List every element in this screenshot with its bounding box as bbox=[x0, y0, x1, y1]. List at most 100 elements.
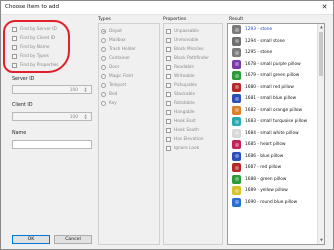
result-item[interactable]: 1678 - small purple pillow bbox=[228, 59, 324, 71]
result-item[interactable]: 1686 - blue pillow bbox=[228, 151, 324, 163]
checkbox-icon[interactable] bbox=[166, 91, 171, 97]
name-input[interactable] bbox=[12, 140, 92, 149]
type-option[interactable]: Magic Field bbox=[101, 72, 133, 80]
type-option[interactable]: Mailbox bbox=[101, 36, 126, 44]
result-item[interactable]: 1688 - green pillow bbox=[228, 174, 324, 186]
property-label: Unpassable bbox=[174, 28, 199, 34]
radio-icon[interactable] bbox=[101, 82, 106, 88]
property-label: Rotatable bbox=[174, 100, 195, 106]
result-item[interactable]: 1295 - stone bbox=[228, 47, 324, 59]
item-sprite-icon bbox=[232, 140, 241, 150]
item-sprite-icon bbox=[232, 36, 241, 46]
result-item-label: 1294 - small stone bbox=[245, 38, 285, 44]
property-checkbox[interactable]: Stackable bbox=[166, 90, 195, 98]
result-item[interactable]: 1689 - yellow pillow bbox=[228, 185, 324, 197]
radio-icon[interactable] bbox=[101, 64, 106, 70]
scroll-down-icon[interactable]: ▼ bbox=[318, 237, 324, 244]
result-item[interactable]: 1294 - small stone bbox=[228, 36, 324, 48]
result-item[interactable]: 1683 - small turquoise pillow bbox=[228, 116, 324, 128]
spinner-arrows[interactable]: ▲ ▼ bbox=[81, 113, 90, 121]
type-option[interactable]: Key bbox=[101, 99, 117, 107]
item-sprite-icon bbox=[232, 163, 241, 173]
radio-icon[interactable] bbox=[101, 91, 106, 97]
ok-button[interactable]: OK bbox=[12, 235, 50, 244]
spinner-arrows[interactable]: ▲ ▼ bbox=[81, 86, 90, 94]
radio-icon[interactable] bbox=[101, 100, 106, 106]
scroll-up-icon[interactable]: ▲ bbox=[318, 24, 324, 31]
type-option-label: Trash Holder bbox=[109, 46, 136, 52]
result-label: Result bbox=[229, 17, 244, 22]
result-item[interactable]: 1293 - stone bbox=[228, 24, 324, 36]
result-item[interactable]: 1690 - round blue pillow bbox=[228, 197, 324, 209]
property-checkbox[interactable]: Ignore Look bbox=[166, 144, 199, 152]
result-item-label: 1679 - small green pillow bbox=[245, 73, 300, 79]
property-checkbox[interactable]: Unmovable bbox=[166, 36, 198, 44]
property-checkbox[interactable]: Hook South bbox=[166, 126, 199, 134]
result-item[interactable]: 1682 - small orange pillow bbox=[228, 105, 324, 117]
type-option[interactable]: Depot bbox=[101, 27, 122, 35]
spin-down-icon[interactable]: ▼ bbox=[84, 117, 86, 120]
type-option-label: Depot bbox=[109, 28, 122, 34]
result-item[interactable]: 1685 - heart pillow bbox=[228, 139, 324, 151]
checkbox-icon[interactable] bbox=[166, 136, 171, 142]
property-checkbox[interactable]: Rotatable bbox=[166, 99, 195, 107]
result-item-label: 1678 - small purple pillow bbox=[245, 61, 301, 67]
radio-icon[interactable] bbox=[101, 37, 106, 43]
result-item[interactable]: 1687 - red pillow bbox=[228, 162, 324, 174]
checkbox-icon[interactable] bbox=[166, 145, 171, 151]
result-item[interactable]: 1680 - small red pillow bbox=[228, 82, 324, 94]
cancel-button[interactable]: Cancel bbox=[54, 235, 92, 244]
checkbox-icon[interactable] bbox=[166, 64, 171, 70]
result-item-label: 1685 - heart pillow bbox=[245, 142, 286, 148]
result-list[interactable]: 1293 - stone 1294 - small stone 1295 - sto… bbox=[227, 23, 325, 245]
item-sprite-icon bbox=[232, 94, 241, 104]
client-id-spinner[interactable]: 100 ▲ ▼ bbox=[12, 112, 92, 121]
checkbox-icon[interactable] bbox=[166, 82, 171, 88]
type-option[interactable]: Teleport bbox=[101, 81, 126, 89]
scrollbar-thumb[interactable] bbox=[319, 32, 324, 76]
property-label: Stackable bbox=[174, 91, 196, 97]
property-checkbox[interactable]: Hangable bbox=[166, 108, 195, 116]
type-option[interactable]: Bed bbox=[101, 90, 117, 98]
spin-down-icon[interactable]: ▼ bbox=[84, 90, 86, 93]
property-checkbox[interactable]: Block Pathfinder bbox=[166, 54, 209, 62]
result-item[interactable]: 1681 - small blue pillow bbox=[228, 93, 324, 105]
server-id-spinner[interactable]: 100 ▲ ▼ bbox=[12, 85, 92, 94]
property-label: Has Elevation bbox=[174, 136, 204, 142]
property-checkbox[interactable]: Has Elevation bbox=[166, 135, 203, 143]
property-checkbox[interactable]: Hook East bbox=[166, 117, 196, 125]
result-item-label: 1683 - small turquoise pillow bbox=[245, 119, 308, 125]
property-checkbox[interactable]: Writeable bbox=[166, 72, 195, 80]
property-checkbox[interactable]: Pickupable bbox=[166, 81, 197, 89]
result-item[interactable]: 1684 - small white pillow bbox=[228, 128, 324, 140]
checkbox-icon[interactable] bbox=[166, 28, 171, 34]
close-icon[interactable]: ✕ bbox=[319, 3, 330, 12]
checkbox-icon[interactable] bbox=[166, 100, 171, 106]
type-option[interactable]: Container bbox=[101, 54, 130, 62]
checkbox-icon[interactable] bbox=[166, 55, 171, 61]
checkbox-icon[interactable] bbox=[166, 37, 171, 43]
result-item-label: 1680 - small red pillow bbox=[245, 84, 294, 90]
result-item-label: 1689 - yellow pillow bbox=[245, 188, 288, 194]
radio-icon[interactable] bbox=[101, 73, 106, 79]
result-item-label: 1681 - small blue pillow bbox=[245, 96, 297, 102]
property-label: Block Pathfinder bbox=[174, 55, 209, 61]
type-option[interactable]: Door bbox=[101, 63, 119, 71]
radio-icon[interactable] bbox=[101, 55, 106, 61]
property-label: Block Missiles bbox=[174, 46, 204, 52]
checkbox-icon[interactable] bbox=[166, 46, 171, 52]
checkbox-icon[interactable] bbox=[166, 118, 171, 124]
property-checkbox[interactable]: Block Missiles bbox=[166, 45, 204, 53]
result-item-label: 1682 - small orange pillow bbox=[245, 107, 302, 113]
radio-icon[interactable] bbox=[101, 28, 106, 34]
type-option[interactable]: Trash Holder bbox=[101, 45, 136, 53]
property-checkbox[interactable]: Unpassable bbox=[166, 27, 199, 35]
result-item[interactable]: 1679 - small green pillow bbox=[228, 70, 324, 82]
title-bar: Choose Item to add ✕ bbox=[1, 1, 333, 15]
checkbox-icon[interactable] bbox=[166, 109, 171, 115]
result-scrollbar[interactable]: ▲ ▼ bbox=[317, 24, 324, 244]
checkbox-icon[interactable] bbox=[166, 127, 171, 133]
radio-icon[interactable] bbox=[101, 46, 106, 52]
checkbox-icon[interactable] bbox=[166, 73, 171, 79]
property-checkbox[interactable]: Readable bbox=[166, 63, 194, 71]
